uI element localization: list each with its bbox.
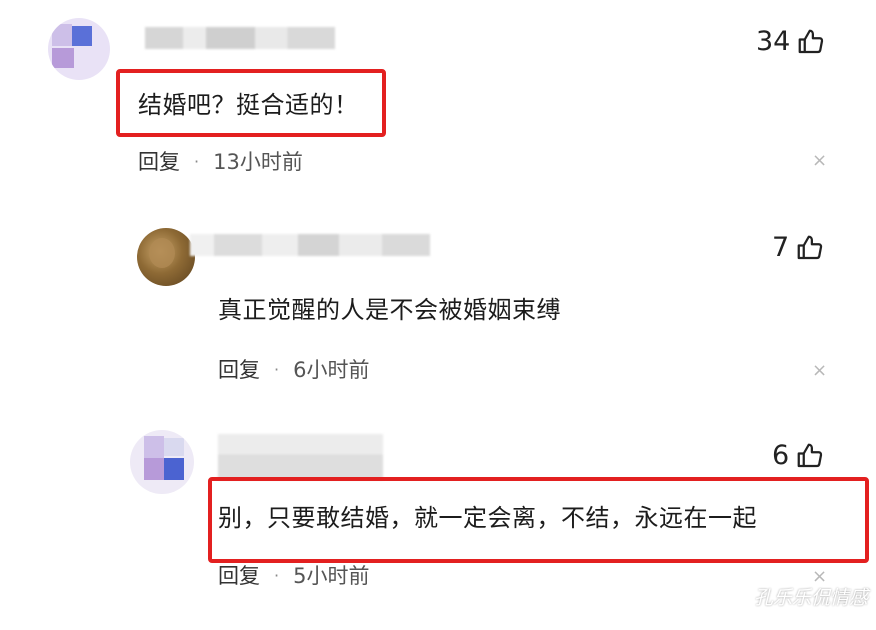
reply-button[interactable]: 回复 bbox=[138, 146, 180, 176]
avatar[interactable] bbox=[130, 430, 194, 494]
watermark: 孔乐乐侃情感 bbox=[753, 587, 868, 609]
like-count: 34 bbox=[756, 26, 791, 57]
close-icon[interactable]: × bbox=[812, 150, 827, 171]
username-blurred[interactable] bbox=[145, 27, 335, 49]
comment-1: 34 结婚吧？挺合适的！ 回复 · 13小时前 × bbox=[0, 0, 876, 210]
avatar[interactable] bbox=[48, 18, 110, 80]
comment-meta: 回复 · 6小时前 bbox=[218, 354, 369, 384]
like-count: 6 bbox=[772, 440, 790, 471]
avatar[interactable] bbox=[137, 228, 195, 286]
reply-button[interactable]: 回复 bbox=[218, 354, 260, 384]
timestamp: 5小时前 bbox=[293, 564, 370, 588]
thumbs-up-icon bbox=[796, 27, 826, 57]
thumbs-up-icon bbox=[795, 441, 825, 471]
highlight-box bbox=[208, 477, 869, 563]
comment-2: 7 真正觉醒的人是不会被婚姻束缚 回复 · 6小时前 × bbox=[0, 210, 876, 420]
username-blurred[interactable] bbox=[218, 434, 383, 480]
like-button[interactable]: 34 bbox=[756, 26, 826, 57]
comment-3: 6 别，只要敢结婚，就一定会离，不结，永远在一起 回复 · 5小时前 × bbox=[0, 420, 876, 630]
separator: · bbox=[194, 151, 200, 171]
separator: · bbox=[274, 359, 280, 379]
like-button[interactable]: 6 bbox=[772, 440, 825, 471]
timestamp: 13小时前 bbox=[213, 150, 303, 174]
like-button[interactable]: 7 bbox=[772, 232, 825, 263]
comment-text: 真正觉醒的人是不会被婚姻束缚 bbox=[218, 296, 561, 324]
comment-meta: 回复 · 13小时前 bbox=[138, 146, 303, 176]
highlight-box bbox=[116, 69, 386, 137]
reply-button[interactable]: 回复 bbox=[218, 560, 260, 590]
thumbs-up-icon bbox=[795, 233, 825, 263]
username-blurred[interactable] bbox=[190, 234, 430, 256]
close-icon[interactable]: × bbox=[812, 360, 827, 381]
timestamp: 6小时前 bbox=[293, 358, 370, 382]
comment-meta: 回复 · 5小时前 bbox=[218, 560, 369, 590]
separator: · bbox=[274, 565, 280, 585]
like-count: 7 bbox=[772, 232, 790, 263]
